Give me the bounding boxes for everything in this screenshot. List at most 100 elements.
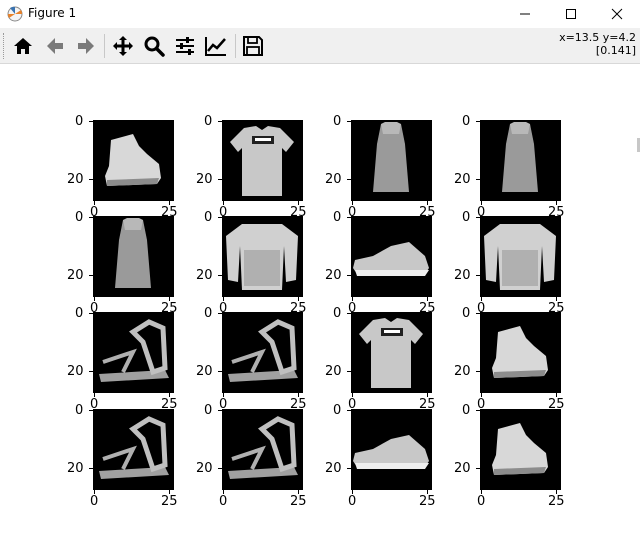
ankle-boot-image (105, 134, 161, 186)
navigation-toolbar (0, 28, 640, 64)
y-tick-mark (476, 410, 480, 411)
pan-button[interactable] (109, 32, 137, 60)
y-tick-label: 0 (462, 403, 471, 418)
y-tick-mark (347, 121, 351, 122)
x-tick-label: 25 (290, 494, 307, 509)
sandal-image (228, 319, 298, 382)
x-tick-label: 0 (219, 494, 228, 509)
close-button[interactable] (594, 0, 640, 28)
x-tick-label: 25 (161, 494, 178, 509)
y-tick-mark (476, 217, 480, 218)
sneaker-image (353, 242, 429, 276)
toolbar-grip[interactable] (3, 33, 6, 59)
y-tick-label: 20 (67, 268, 84, 283)
ankle-boot-image (492, 326, 548, 378)
y-tick-label: 0 (333, 306, 342, 321)
line-chart-icon (205, 37, 226, 56)
x-tick-label: 0 (348, 494, 357, 509)
minimize-button[interactable] (502, 0, 548, 28)
maximize-button[interactable] (548, 0, 594, 28)
image-subplot (93, 216, 174, 297)
zoom-button[interactable] (140, 32, 168, 60)
y-tick-mark (347, 313, 351, 314)
y-tick-mark (218, 313, 222, 314)
sneaker-image (353, 435, 429, 469)
x-tick-label: 25 (548, 494, 565, 509)
image-subplot (351, 120, 432, 201)
y-tick-mark (347, 179, 351, 180)
y-tick-mark (89, 410, 93, 411)
y-tick-mark (476, 121, 480, 122)
cursor-readout: x=13.5 y=4.2 [0.141] (559, 31, 636, 57)
y-tick-label: 0 (75, 403, 84, 418)
y-tick-mark (89, 275, 93, 276)
move-icon (113, 36, 133, 56)
image-subplot (222, 120, 303, 201)
y-tick-mark (218, 121, 222, 122)
dress-image (373, 122, 409, 192)
image-subplot (351, 409, 432, 490)
home-button[interactable] (9, 32, 37, 60)
x-tick-label: 0 (477, 494, 486, 509)
matplotlib-app-icon (7, 6, 23, 22)
sandal-image (99, 319, 169, 382)
y-tick-mark (218, 371, 222, 372)
y-tick-label: 0 (204, 403, 213, 418)
forward-button[interactable] (72, 32, 100, 60)
image-subplot (93, 409, 174, 490)
y-tick-label: 20 (67, 172, 84, 187)
y-tick-label: 0 (75, 306, 84, 321)
x-tick-label: 0 (90, 494, 99, 509)
image-subplot (222, 312, 303, 393)
arrow-left-icon (47, 38, 63, 54)
t-shirt-image (230, 126, 294, 196)
y-tick-label: 20 (325, 461, 342, 476)
pixel-value: [0.141] (595, 44, 636, 57)
y-tick-mark (89, 179, 93, 180)
y-tick-mark (347, 410, 351, 411)
image-subplot (351, 312, 432, 393)
sandal-image (99, 416, 169, 479)
y-tick-mark (476, 313, 480, 314)
subplots-button[interactable] (171, 32, 199, 60)
sliders-icon (176, 37, 194, 55)
pullover-image (484, 224, 556, 290)
customize-button[interactable] (202, 32, 230, 60)
y-tick-label: 20 (454, 172, 471, 187)
save-button[interactable] (239, 32, 267, 60)
y-tick-label: 0 (75, 210, 84, 225)
home-icon (14, 38, 32, 54)
y-tick-mark (476, 468, 480, 469)
y-tick-label: 20 (454, 364, 471, 379)
y-tick-label: 0 (333, 210, 342, 225)
y-tick-mark (476, 179, 480, 180)
arrow-right-icon (78, 38, 94, 54)
pullover-image (226, 224, 298, 290)
image-subplot (351, 216, 432, 297)
minimize-icon (520, 13, 530, 15)
back-button[interactable] (41, 32, 69, 60)
y-tick-label: 0 (204, 210, 213, 225)
dress-image (115, 218, 151, 288)
y-tick-label: 0 (204, 114, 213, 129)
window-title: Figure 1 (28, 6, 77, 20)
y-tick-mark (89, 468, 93, 469)
image-subplot (480, 216, 561, 297)
y-tick-mark (347, 217, 351, 218)
y-tick-label: 0 (333, 114, 342, 129)
y-tick-label: 0 (462, 210, 471, 225)
y-tick-mark (476, 275, 480, 276)
y-tick-mark (347, 371, 351, 372)
y-tick-mark (218, 468, 222, 469)
y-tick-mark (218, 179, 222, 180)
y-tick-mark (218, 275, 222, 276)
image-subplot (480, 312, 561, 393)
y-tick-label: 20 (196, 461, 213, 476)
toolbar-separator (235, 34, 236, 58)
y-tick-label: 20 (454, 268, 471, 283)
y-tick-label: 0 (204, 306, 213, 321)
image-subplot (93, 312, 174, 393)
y-tick-mark (89, 217, 93, 218)
save-icon (243, 36, 263, 56)
y-tick-label: 0 (75, 114, 84, 129)
